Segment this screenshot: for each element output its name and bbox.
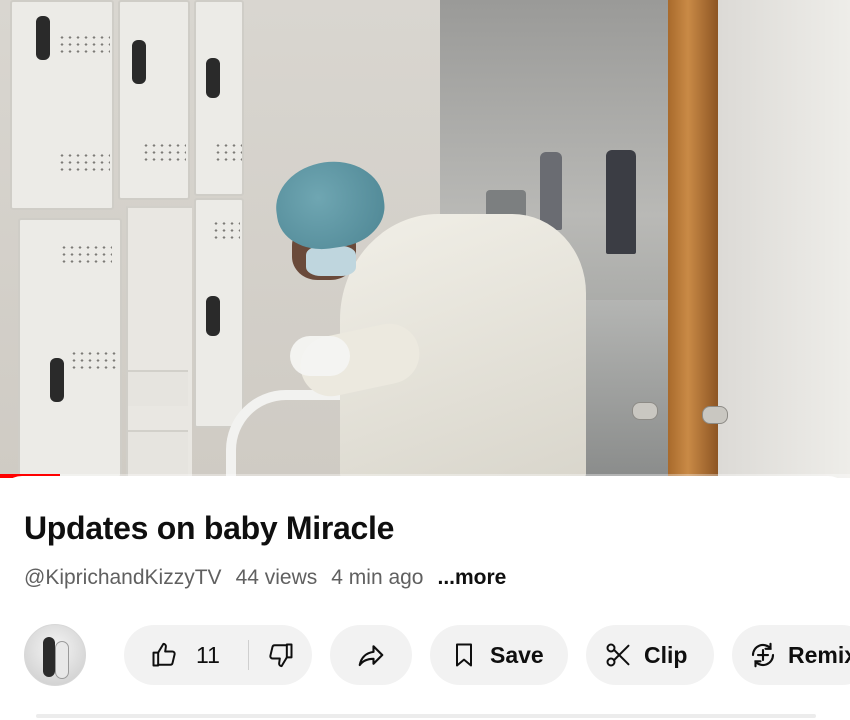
locker — [18, 218, 122, 478]
remix-icon — [748, 640, 778, 670]
share-button[interactable] — [330, 625, 412, 685]
locker-shelf — [128, 430, 188, 478]
like-count: 11 — [196, 641, 220, 668]
channel-handle[interactable]: @KiprichandKizzyTV — [24, 566, 222, 590]
like-button[interactable]: 11 — [124, 641, 248, 669]
bookmark-icon — [450, 641, 478, 669]
like-dislike-group: 11 — [124, 625, 312, 685]
remix-button[interactable]: Remix — [732, 625, 850, 685]
channel-avatar[interactable] — [24, 624, 86, 686]
remix-label: Remix — [788, 641, 850, 668]
upload-age: 4 min ago — [331, 566, 424, 589]
locker — [194, 198, 244, 428]
locker — [194, 0, 244, 196]
locker — [118, 0, 190, 200]
thumbs-up-icon — [150, 641, 178, 669]
locker — [10, 0, 114, 210]
scene-bottles — [290, 336, 350, 376]
share-arrow-icon — [356, 640, 386, 670]
video-meta: @KiprichandKizzyTV 44 views 4 min ago ..… — [24, 566, 506, 590]
video-title[interactable]: Updates on baby Miracle — [24, 510, 394, 547]
video-player[interactable] — [0, 0, 850, 478]
scene-person — [606, 150, 636, 254]
scene-nurse-mask — [306, 246, 356, 276]
scene-door-knob — [702, 406, 728, 424]
save-button[interactable]: Save — [430, 625, 568, 685]
video-info-panel: Updates on baby Miracle @KiprichandKizzy… — [0, 476, 850, 718]
locker-shelf — [128, 370, 188, 406]
save-label: Save — [490, 641, 544, 668]
view-count: 44 views — [235, 566, 318, 589]
scene-door-knob — [632, 402, 658, 420]
scene-person — [540, 152, 562, 230]
scissors-icon — [604, 641, 632, 669]
scene-right-wall — [718, 0, 850, 478]
more-link[interactable]: ...more — [438, 566, 507, 590]
section-divider — [36, 714, 816, 718]
clip-button[interactable]: Clip — [586, 625, 714, 685]
dislike-button[interactable] — [249, 641, 295, 669]
clip-label: Clip — [644, 641, 688, 668]
thumbs-down-icon — [267, 641, 295, 669]
action-bar: 11 Save Clip Remi — [0, 624, 850, 688]
